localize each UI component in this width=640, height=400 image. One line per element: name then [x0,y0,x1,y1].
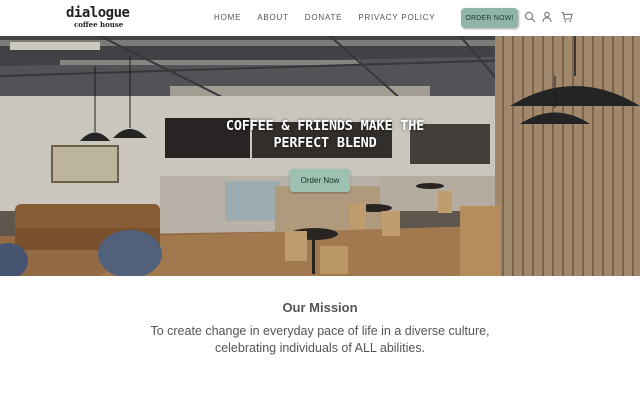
search-icon[interactable] [524,11,536,23]
user-icon[interactable] [541,11,553,23]
nav-item-home[interactable]: HOME [214,13,241,22]
hero-title-line1: COFFEE & FRIENDS MAKE THE [225,118,425,134]
hero-title: COFFEE & FRIENDS MAKE THE PERFECT BLEND [190,118,460,152]
hero-order-now-button[interactable]: Order Now [290,169,350,192]
nav-item-donate[interactable]: DONATE [305,13,343,22]
brand-tagline: coffee house [74,20,124,29]
cart-icon[interactable] [561,11,573,23]
nav-item-privacy-policy[interactable]: PRIVACY POLICY [358,13,435,22]
site-header: dialogue coffee house HOME ABOUT DONATE … [0,0,640,36]
hero-banner: COFFEE & FRIENDS MAKE THE PERFECT BLEND … [0,36,640,276]
brand-logo[interactable]: dialogue coffee house [66,6,136,28]
brand-name: dialogue [66,5,130,21]
cafe-interior-image [0,36,640,276]
nav-item-about[interactable]: ABOUT [257,13,289,22]
mission-heading: Our Mission [282,300,358,315]
order-now-button[interactable]: ORDER NOW! [461,8,518,28]
main-nav: HOME ABOUT DONATE PRIVACY POLICY [214,13,451,22]
mission-statement: To create change in everyday pace of lif… [150,324,490,355]
hero-title-line2: PERFECT BLEND [273,135,377,151]
